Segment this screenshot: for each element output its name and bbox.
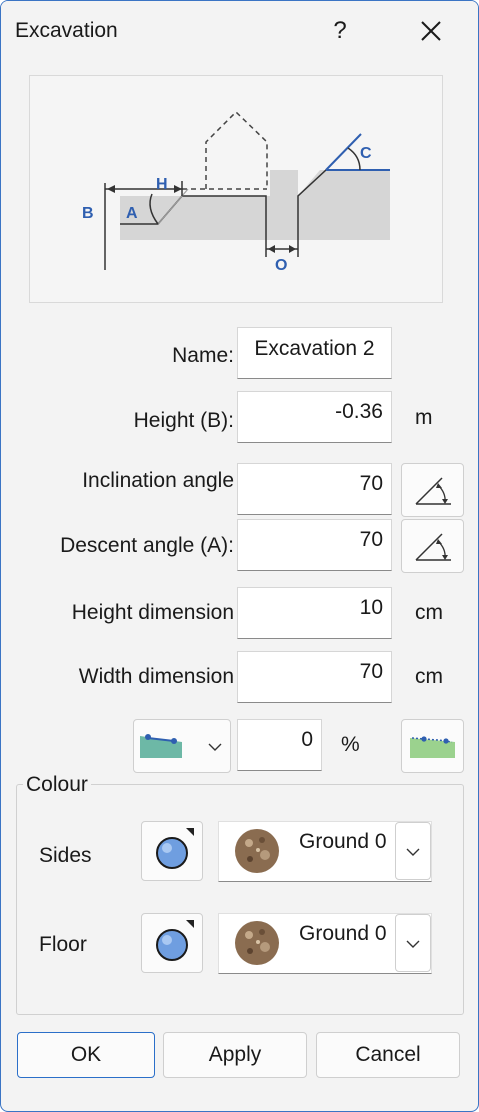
floor-colour-picker-button[interactable]: [141, 913, 203, 973]
slope-input[interactable]: 0: [237, 719, 322, 771]
sides-label: Sides: [39, 844, 92, 867]
window-title: Excavation: [15, 19, 118, 42]
width-dimension-unit: cm: [415, 665, 443, 688]
diagram-label-c: C: [360, 145, 372, 162]
inclination-label: Inclination angle: [82, 469, 234, 492]
colour-picker-icon: [156, 920, 194, 961]
diagram-label-o: O: [275, 257, 287, 274]
angle-icon: [415, 533, 451, 561]
sides-material-dropdown-button[interactable]: [395, 822, 431, 880]
colour-picker-icon: [156, 828, 194, 869]
height-dimension-label: Height dimension: [71, 601, 234, 624]
ok-button[interactable]: OK: [17, 1032, 155, 1078]
slope-type-dropdown[interactable]: [133, 719, 231, 773]
ground-texture-icon: [235, 829, 279, 873]
floor-material-select[interactable]: Ground 0: [218, 913, 432, 974]
diagram-label-h: H: [156, 176, 168, 193]
height-dimension-input[interactable]: 10: [237, 587, 392, 639]
floor-material-dropdown-button[interactable]: [395, 914, 431, 972]
diagram-label-b: B: [82, 205, 94, 222]
terrain-icon: [410, 736, 455, 758]
width-dimension-label: Width dimension: [78, 665, 234, 688]
sides-colour-picker-button[interactable]: [141, 821, 203, 881]
floor-material-name: Ground 0: [299, 922, 387, 945]
colour-group-title: Colour: [23, 773, 91, 797]
cancel-button[interactable]: Cancel: [316, 1032, 460, 1078]
chevron-down-icon: [406, 848, 420, 856]
close-button[interactable]: [405, 7, 457, 55]
descent-angle-button[interactable]: [401, 519, 464, 573]
width-dimension-input[interactable]: 70: [237, 651, 392, 703]
height-dimension-unit: cm: [415, 601, 443, 624]
terrain-follow-button[interactable]: [401, 719, 464, 773]
chevron-down-icon: [406, 940, 420, 948]
height-input[interactable]: -0.36: [237, 391, 392, 443]
close-icon: [421, 21, 441, 41]
excavation-diagram: B A H C O: [29, 75, 443, 303]
height-unit: m: [415, 406, 433, 429]
slope-unit: %: [341, 733, 360, 756]
inclination-input[interactable]: 70: [237, 463, 392, 515]
floor-label: Floor: [39, 933, 87, 956]
apply-button[interactable]: Apply: [163, 1032, 307, 1078]
name-label: Name:: [172, 344, 234, 367]
descent-label: Descent angle (A):: [60, 534, 234, 557]
title-bar: Excavation ?: [1, 1, 478, 61]
sides-material-select[interactable]: Ground 0: [218, 821, 432, 882]
help-button[interactable]: ?: [319, 7, 361, 55]
diagram-label-a: A: [126, 205, 138, 222]
descent-input[interactable]: 70: [237, 519, 392, 571]
chevron-down-icon: [208, 743, 222, 751]
name-input[interactable]: Excavation 2: [237, 327, 392, 379]
colour-group: [16, 784, 464, 1015]
sides-material-name: Ground 0: [299, 830, 387, 853]
inclination-angle-button[interactable]: [401, 463, 464, 517]
angle-icon: [415, 477, 451, 505]
excavation-dialog: Excavation ? B A H C O Name: Excavation …: [0, 0, 479, 1112]
ground-texture-icon: [235, 921, 279, 965]
height-label: Height (B):: [133, 409, 234, 432]
